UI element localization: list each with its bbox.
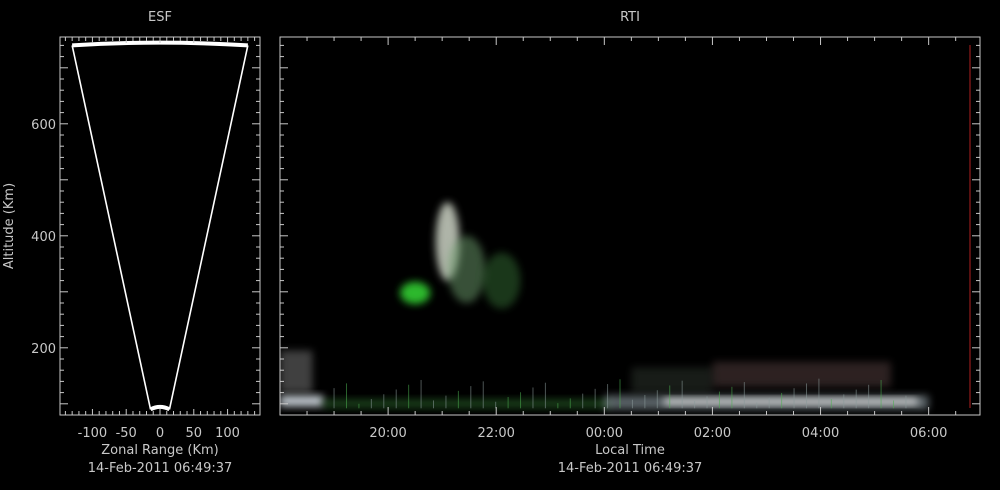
esf-x-tick-label: 100 [215,426,240,441]
esf-y-tick-label: 600 [31,118,56,133]
rti-plume [400,281,431,305]
esf-plot-area [59,36,261,416]
rti-echo-band [663,398,918,405]
esf-y-tick-label: 400 [31,230,56,245]
esf-y-axis-label: Altitude (Km) [2,183,17,269]
rti-timestamp: 14-Feb-2011 06:49:37 [558,461,703,476]
rti-echo-band [280,350,313,393]
esf-x-tick-label: -50 [116,426,137,441]
rti-x-tick-label: 20:00 [369,426,406,441]
esf-panel: ESF -100 -50 0 50 100 200 400 600 Zonal Range … [2,10,261,476]
esf-x-axis-label: Zonal Range (Km) [101,443,218,458]
esf-timestamp: 14-Feb-2011 06:49:37 [88,461,233,476]
esf-y-tick-label: 200 [31,342,56,357]
rti-echo-band [631,367,713,393]
figure: ESF -100 -50 0 50 100 200 400 600 Zonal Range … [2,10,981,476]
rti-echo-band [712,361,891,387]
rti-x-tick-label: 02:00 [694,426,731,441]
rti-plume [447,235,486,303]
esf-x-tick-label: 50 [186,426,203,441]
esf-x-tick-label: -100 [78,426,108,441]
rti-x-tick-label: 00:00 [586,426,623,441]
rti-echo-band [280,395,324,407]
rti-x-tick-label: 22:00 [477,426,514,441]
rti-panel: RTI 20:00 22:00 00:00 02:00 04:00 06:00 Local… [279,10,981,476]
rti-x-tick-label: 06:00 [910,426,947,441]
esf-x-tick-label: 0 [156,426,164,441]
esf-title: ESF [148,10,172,25]
rti-title: RTI [620,10,640,25]
rti-echo-band [323,399,610,409]
rti-x-axis-label: Local Time [595,443,665,458]
rti-x-tick-label: 04:00 [802,426,839,441]
